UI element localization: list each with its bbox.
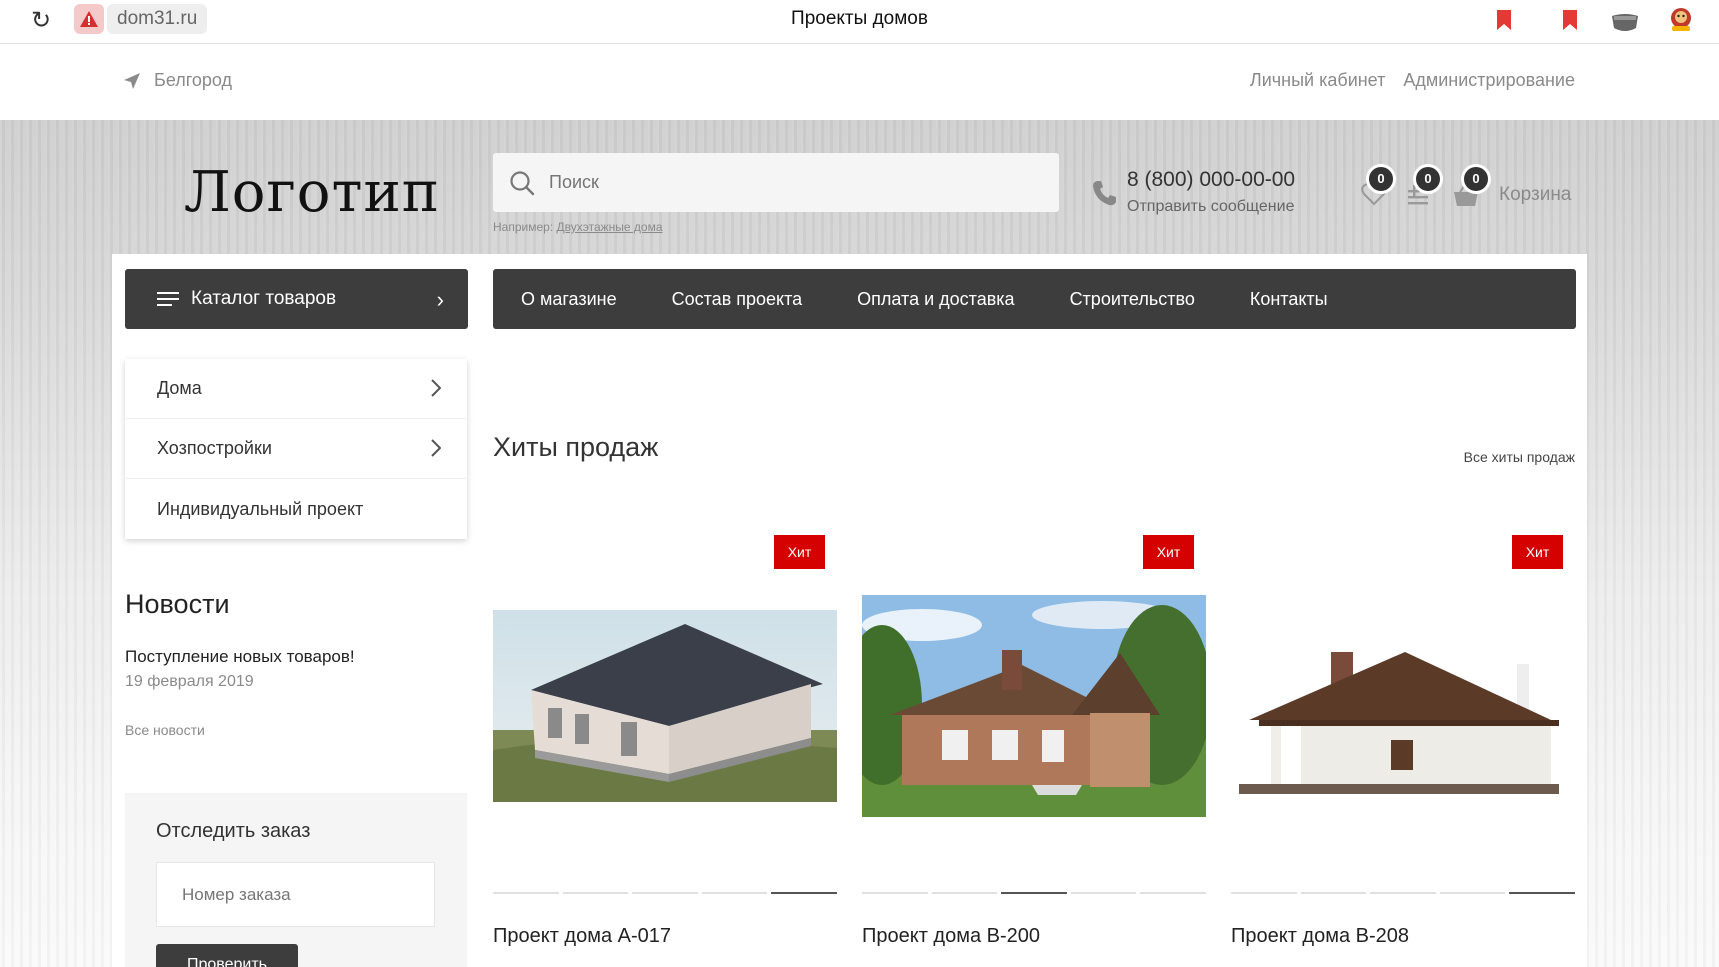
news-item-title[interactable]: Поступление новых товаров! <box>125 647 355 667</box>
admin-link[interactable]: Администрирование <box>1403 70 1575 91</box>
pager-dot[interactable] <box>1140 892 1206 894</box>
bookmark-icon[interactable] <box>1497 10 1511 35</box>
cart-count-badge: 0 <box>1461 164 1491 194</box>
pager-dot[interactable] <box>493 892 559 894</box>
phone-icon <box>1092 180 1116 211</box>
pager-dot[interactable] <box>1231 892 1297 894</box>
news-heading: Новости <box>125 589 230 619</box>
cart-label[interactable]: Корзина <box>1499 184 1571 206</box>
hit-badge: Хит <box>1512 535 1563 569</box>
sidebar-item-outbuildings[interactable]: Хозпостройки <box>125 419 467 479</box>
menu-item-construction[interactable]: Строительство <box>1070 289 1195 310</box>
chevron-right-icon: › <box>436 287 444 312</box>
hit-badge: Хит <box>1143 535 1194 569</box>
logo[interactable]: Логотип <box>184 160 440 225</box>
image-pager[interactable] <box>1231 892 1575 894</box>
pager-dot[interactable] <box>1300 892 1367 894</box>
check-order-button[interactable]: Проверить <box>156 944 298 967</box>
track-order-heading: Отследить заказ <box>156 820 311 842</box>
catalog-button[interactable]: Каталог товаров › <box>125 269 468 329</box>
browser-toolbar: ↻ dom31.ru Проекты домов <box>0 0 1719 44</box>
product-card[interactable]: Хит Проект дома В-200 <box>862 520 1206 967</box>
product-image[interactable] <box>862 595 1206 817</box>
main-menu: О магазине Состав проекта Оплата и доста… <box>493 269 1576 329</box>
all-news-link[interactable]: Все новости <box>125 722 205 738</box>
image-pager[interactable] <box>862 892 1206 894</box>
pager-dot[interactable] <box>862 892 928 894</box>
bestsellers-heading: Хиты продаж <box>493 432 659 462</box>
product-card[interactable]: Хит Проект дома А-017 <box>493 520 837 967</box>
search-icon[interactable] <box>509 170 535 196</box>
menu-item-project-contents[interactable]: Состав проекта <box>672 289 803 310</box>
bookmark-icon[interactable] <box>1563 10 1577 35</box>
catalog-label: Каталог товаров <box>191 288 337 309</box>
sidebar-item-houses[interactable]: Дома <box>125 359 467 419</box>
all-bestsellers-link[interactable]: Все хиты продаж <box>1464 449 1575 465</box>
order-number-input[interactable] <box>156 862 435 927</box>
favorites-count-badge: 0 <box>1366 164 1396 194</box>
pager-dot[interactable] <box>632 892 698 894</box>
sidebar-item-custom-project[interactable]: Индивидуальный проект <box>125 479 467 539</box>
phone-number[interactable]: 8 (800) 000-00-00 <box>1127 168 1295 192</box>
search-box[interactable] <box>493 153 1059 212</box>
pager-dot[interactable] <box>701 892 768 894</box>
chevron-right-icon <box>431 379 441 397</box>
city-name[interactable]: Белгород <box>154 70 232 91</box>
search-hint-example[interactable]: Двухэтажные дома <box>557 220 663 234</box>
product-name[interactable]: Проект дома В-208 <box>1231 925 1409 948</box>
pager-dot[interactable] <box>1070 892 1137 894</box>
image-pager[interactable] <box>493 892 837 894</box>
top-links: Личный кабинет Администрирование <box>1250 70 1575 91</box>
product-name[interactable]: Проект дома В-200 <box>862 925 1040 948</box>
sidebar-item-label: Дома <box>157 378 202 398</box>
sidebar-item-label: Индивидуальный проект <box>157 498 364 519</box>
product-card[interactable]: Хит Проект дома В-208 <box>1231 520 1575 967</box>
menu-item-contacts[interactable]: Контакты <box>1250 289 1328 310</box>
menu-item-payment-delivery[interactable]: Оплата и доставка <box>857 289 1014 310</box>
hit-badge: Хит <box>774 535 825 569</box>
pager-dot[interactable] <box>1001 892 1067 894</box>
top-strip: Белгород Личный кабинет Администрировани… <box>0 44 1719 120</box>
menu-item-about[interactable]: О магазине <box>521 289 617 310</box>
catalog-side-menu: Дома Хозпостройки Индивидуальный проект <box>125 359 467 539</box>
news-item-date: 19 февраля 2019 <box>125 673 254 690</box>
sidebar-item-label: Хозпостройки <box>157 438 272 458</box>
product-name[interactable]: Проект дома А-017 <box>493 925 671 948</box>
menu-burger-icon <box>157 292 179 306</box>
city-selector[interactable]: Белгород <box>124 70 232 91</box>
tab-title: Проекты домов <box>791 8 928 29</box>
send-message-link[interactable]: Отправить сообщение <box>1127 198 1294 216</box>
compare-count-badge: 0 <box>1413 164 1443 194</box>
extension-icon[interactable] <box>1612 14 1638 37</box>
pager-dot[interactable] <box>1370 892 1436 894</box>
search-hint: Например: Двухэтажные дома <box>493 220 663 234</box>
pager-dot[interactable] <box>562 892 629 894</box>
pager-dot[interactable] <box>771 892 837 894</box>
product-image[interactable] <box>493 610 837 802</box>
pager-dot[interactable] <box>1439 892 1506 894</box>
account-link[interactable]: Личный кабинет <box>1250 70 1385 91</box>
search-input[interactable] <box>549 172 1029 193</box>
pager-dot[interactable] <box>931 892 998 894</box>
product-image[interactable] <box>1231 620 1575 800</box>
chevron-right-icon <box>431 439 441 457</box>
search-hint-prefix: Например: <box>493 220 554 234</box>
location-arrow-icon <box>124 72 140 89</box>
pager-dot[interactable] <box>1509 892 1575 894</box>
extension-avatar-icon[interactable] <box>1668 6 1694 37</box>
